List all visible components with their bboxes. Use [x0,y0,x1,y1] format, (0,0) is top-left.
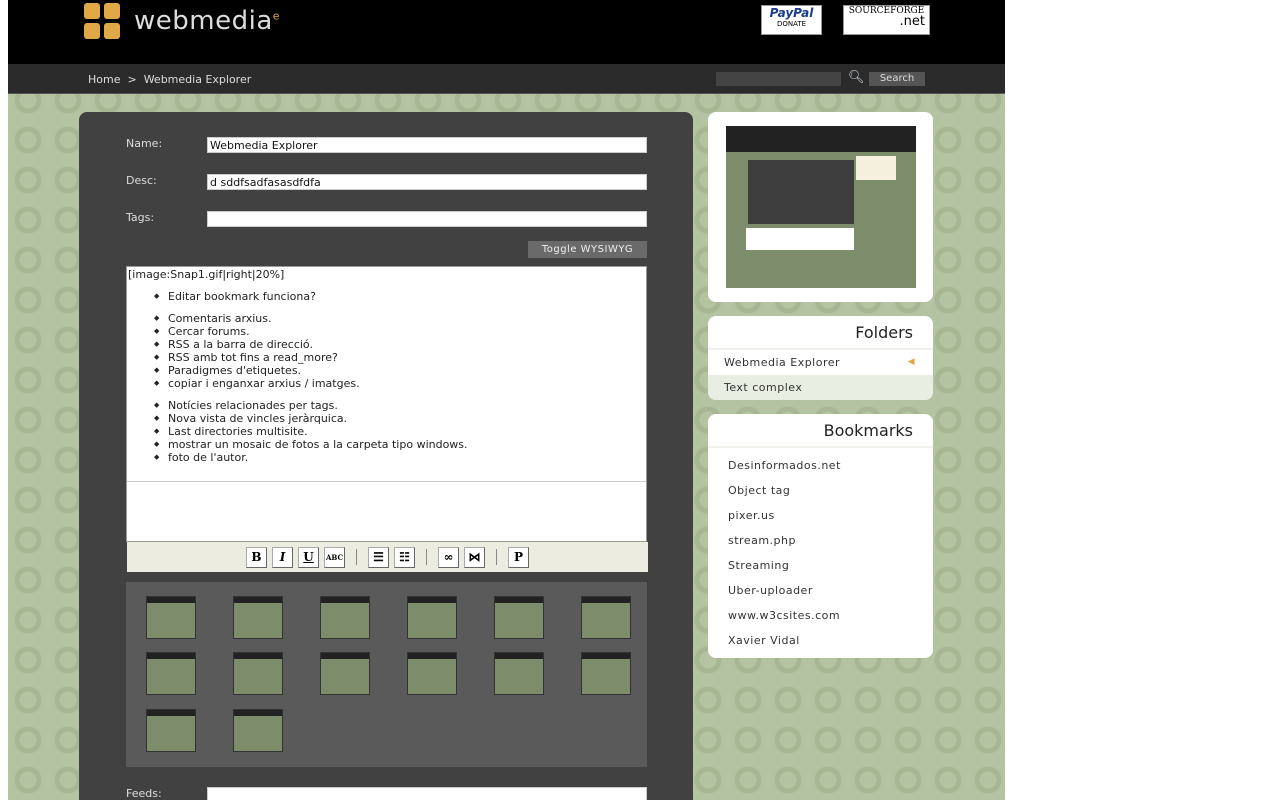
thumbnail[interactable] [233,652,283,696]
bookmark-item[interactable]: Desinformados.net [708,454,933,479]
link-icon: ∞ [443,550,454,564]
thumbnail[interactable] [407,652,457,696]
underline-button[interactable]: U [298,546,319,568]
list-item: mostrar un mosaic de fotos a la carpeta … [154,438,645,451]
logo-text: webmediae [134,6,281,36]
bookmark-item[interactable]: Streaming [708,554,933,579]
list-item: Nova vista de vincles jeràrquica. [154,412,645,425]
toolbar-separator [426,549,427,565]
thumbnail[interactable] [233,596,283,639]
thumbnail[interactable] [146,652,196,696]
bookmark-item[interactable]: stream.php [708,529,933,554]
list-item: Notícies relacionades per tags. [154,399,645,412]
bullet-list-button[interactable]: ☰ [368,546,389,568]
list-item: Cercar forums. [154,325,645,338]
paragraph-icon: P [513,550,524,564]
tags-field[interactable] [207,211,647,227]
thumbnail[interactable] [320,596,370,639]
link-button[interactable]: ∞ [438,546,459,568]
name-field[interactable] [207,137,647,153]
content-editor[interactable]: [image:Snap1.gif|right|20%] Editar bookm… [126,266,648,572]
thumbnail[interactable] [146,596,196,639]
edit-panel: Name: Desc: Tags: Toggle WYSIWYG [image:… [79,112,693,800]
thumbnail[interactable] [494,596,544,639]
bullet-list: Notícies relacionades per tags.Nova vist… [154,399,645,464]
thumbnail[interactable] [407,596,457,639]
list-item: Last directories multisite. [154,425,645,438]
bullet-list: Comentaris arxius.Cercar forums.RSS a la… [154,312,645,390]
bookmark-item[interactable]: Object tag [708,479,933,504]
preview-image[interactable] [726,126,916,288]
search-icon[interactable]: 🔍︎ [848,70,865,85]
thumbnail[interactable] [494,652,544,696]
thumbnail[interactable] [581,596,631,639]
bold-button[interactable]: B [246,546,267,568]
name-label: Name: [126,137,163,150]
folder-item[interactable]: Text complex [708,375,933,400]
sourceforge-logo[interactable]: SOURCEFORGE .net [843,5,930,35]
feeds-field[interactable] [207,787,647,800]
underline-icon: U [303,550,314,564]
bullet-list-icon: ☰ [373,550,384,564]
nav-bar: Home > Webmedia Explorer 🔍︎ Search [8,64,1005,94]
logo[interactable]: webmediae [84,3,280,39]
list-item: RSS amb tot fins a read_more? [154,351,645,364]
thumbnail[interactable] [233,708,283,752]
toolbar-separator [356,549,357,565]
folder-item[interactable]: Webmedia Explorer ◀ [708,350,933,375]
search-button[interactable]: Search [869,72,925,86]
feeds-label: Feeds: [126,787,162,800]
preview-box [708,112,933,302]
unlink-icon: ⋈ [468,550,481,564]
search-input[interactable] [716,72,841,86]
list-item: Editar bookmark funciona? [154,290,645,303]
logo-icon [84,3,120,39]
bookmarks-box: Bookmarks Desinformados.net Object tag pix… [708,414,933,658]
breadcrumb-separator: > [127,73,137,86]
unlink-button[interactable]: ⋈ [464,546,485,568]
header: webmediae PayPal DONATE SOURCEFORGE .net [8,0,1005,64]
italic-button[interactable]: I [272,546,293,568]
list-item: RSS a la barra de direcció. [154,338,645,351]
bookmark-item[interactable]: Uber-uploader [708,579,933,604]
bullet-list: Editar bookmark funciona? [154,290,645,303]
numbered-list-button[interactable]: ☷ [394,546,415,568]
toggle-wysiwyg-button[interactable]: Toggle WYSIWYG [528,241,647,258]
breadcrumb: Home > Webmedia Explorer [88,73,251,86]
folders-title: Folders [708,316,933,350]
folder-label: Webmedia Explorer [724,356,841,369]
list-item: copiar i enganxar arxius / imatges. [154,377,645,390]
numbered-list-icon: ☷ [399,550,410,564]
strikethrough-icon: ABC [325,552,344,562]
desc-field[interactable] [207,174,647,190]
bold-icon: B [251,550,262,564]
editor-toolbar: B I U ABC ☰ ☷ ∞ ⋈ P [127,542,648,572]
list-item: foto de l'autor. [154,451,645,464]
editor-text[interactable]: [image:Snap1.gif|right|20%] Editar bookm… [127,267,646,482]
desc-label: Desc: [126,174,157,187]
thumbnail[interactable] [146,708,196,752]
bookmarks-title: Bookmarks [708,414,933,448]
thumbnail-grid [126,582,647,767]
active-arrow-icon: ◀ [907,357,915,367]
bookmark-item[interactable]: pixer.us [708,504,933,529]
strikethrough-button[interactable]: ABC [324,546,345,568]
list-item: Comentaris arxius. [154,312,645,325]
editor-first-line: [image:Snap1.gif|right|20%] [128,268,285,281]
bookmark-item[interactable]: www.w3csites.com [708,604,933,629]
tags-label: Tags: [126,211,155,224]
folder-label: Text complex [724,381,803,394]
toolbar-separator [496,549,497,565]
paragraph-button[interactable]: P [508,546,529,568]
folders-box: Folders Webmedia Explorer ◀ Text complex [708,316,933,400]
sidebar: Folders Webmedia Explorer ◀ Text complex B… [708,112,933,672]
thumbnail[interactable] [320,652,370,696]
list-item: Paradigmes d'etiquetes. [154,364,645,377]
breadcrumb-current[interactable]: Webmedia Explorer [144,73,252,86]
italic-icon: I [279,550,286,564]
bookmark-item[interactable]: Xavier Vidal [708,629,933,654]
thumbnail[interactable] [581,652,631,696]
breadcrumb-home[interactable]: Home [88,73,120,86]
paypal-donate-button[interactable]: PayPal DONATE [761,5,822,35]
